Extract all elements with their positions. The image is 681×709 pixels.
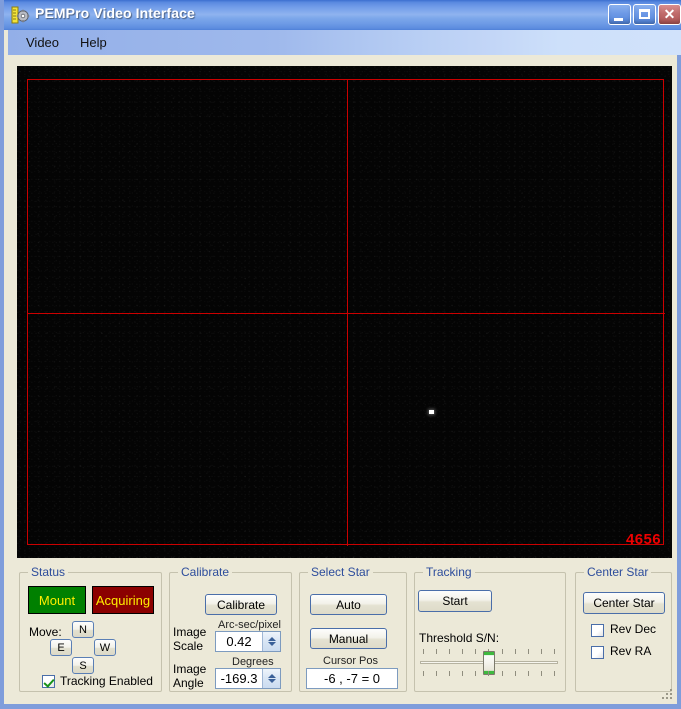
chevron-down-icon[interactable] xyxy=(267,679,276,683)
mount-status-button[interactable]: Mount xyxy=(28,586,86,614)
image-angle-spinner[interactable] xyxy=(262,669,280,688)
move-west-button[interactable]: W xyxy=(94,639,116,656)
image-angle-label-line1: Image xyxy=(173,662,207,676)
start-tracking-button[interactable]: Start xyxy=(418,590,492,612)
move-east-button[interactable]: E xyxy=(50,639,72,656)
image-angle-spinbox[interactable]: -169.3 xyxy=(215,668,281,689)
image-angle-value: -169.3 xyxy=(220,671,258,686)
calibrate-group: Calibrate Calibrate Arc-sec/pixel Image … xyxy=(169,565,292,692)
calibrate-button[interactable]: Calibrate xyxy=(205,594,277,615)
title-bar[interactable]: PEMPro Video Interface ✕ xyxy=(4,0,681,30)
select-star-group-legend: Select Star xyxy=(308,565,373,579)
degrees-caption: Degrees xyxy=(232,656,274,668)
select-star-group: Select Star Auto Manual Cursor Pos -6 , … xyxy=(299,565,407,692)
chevron-up-icon[interactable] xyxy=(267,674,276,678)
ruler-gear-icon xyxy=(11,5,31,25)
video-display[interactable]: 4656 xyxy=(17,66,672,558)
rev-dec-label: Rev Dec xyxy=(610,622,657,636)
crosshair-horizontal xyxy=(27,313,665,314)
close-icon: ✕ xyxy=(663,6,676,22)
menu-item-video[interactable]: Video xyxy=(20,34,65,51)
status-group-legend: Status xyxy=(28,565,69,579)
center-star-group-legend: Center Star xyxy=(584,565,652,579)
image-scale-spinbox[interactable]: 0.42 xyxy=(215,631,281,652)
rev-ra-checkbox[interactable] xyxy=(591,646,604,659)
tracking-group: Tracking Start Threshold S/N: xyxy=(414,565,566,692)
center-star-group: Center Star Center Star Rev Dec Rev RA xyxy=(575,565,672,692)
menu-bar: Video Help xyxy=(8,30,681,55)
slider-ticks-bottom xyxy=(423,671,555,676)
cursor-pos-caption: Cursor Pos xyxy=(323,655,379,667)
move-label: Move: xyxy=(29,625,62,639)
minimize-button[interactable] xyxy=(608,4,631,25)
menu-item-help[interactable]: Help xyxy=(74,34,113,51)
minimize-icon xyxy=(614,18,623,21)
rev-dec-checkbox[interactable] xyxy=(591,624,604,637)
close-button[interactable]: ✕ xyxy=(658,4,681,25)
maximize-button[interactable] xyxy=(633,4,656,25)
chevron-down-icon[interactable] xyxy=(267,642,276,646)
manual-select-button[interactable]: Manual xyxy=(310,628,387,649)
center-star-button[interactable]: Center Star xyxy=(583,592,665,614)
tracking-enabled-checkbox[interactable] xyxy=(42,675,55,688)
image-angle-label-line2: Angle xyxy=(173,676,204,690)
image-scale-spinner[interactable] xyxy=(262,632,280,651)
image-scale-value: 0.42 xyxy=(226,634,252,649)
rev-ra-label: Rev RA xyxy=(610,644,652,658)
status-group: Status Mount Acquiring Move: N E W S Tra… xyxy=(19,565,162,692)
arcsec-per-pixel-caption: Arc-sec/pixel xyxy=(218,619,281,631)
image-scale-label-line1: Image xyxy=(173,625,207,639)
resize-grip[interactable] xyxy=(660,687,674,701)
window-controls: ✕ xyxy=(608,4,681,25)
move-north-button[interactable]: N xyxy=(72,621,94,638)
frame-counter: 4656 xyxy=(626,531,661,548)
tracking-enabled-label: Tracking Enabled xyxy=(60,674,153,688)
tracking-group-legend: Tracking xyxy=(423,565,475,579)
application-window: PEMPro Video Interface ✕ Video Help 4656… xyxy=(0,0,681,709)
video-frame-border xyxy=(27,79,664,545)
window-title: PEMPro Video Interface xyxy=(35,5,195,21)
auto-select-button[interactable]: Auto xyxy=(310,594,387,615)
cursor-pos-value[interactable]: -6 , -7 = 0 xyxy=(306,668,398,689)
image-scale-label-line2: Scale xyxy=(173,639,204,653)
threshold-sn-label: Threshold S/N: xyxy=(419,631,500,645)
acquiring-status-button[interactable]: Acquiring xyxy=(92,586,154,614)
move-south-button[interactable]: S xyxy=(72,657,94,674)
calibrate-group-legend: Calibrate xyxy=(178,565,233,579)
chevron-up-icon[interactable] xyxy=(267,637,276,641)
star-point[interactable] xyxy=(429,410,434,414)
maximize-icon xyxy=(639,9,650,19)
